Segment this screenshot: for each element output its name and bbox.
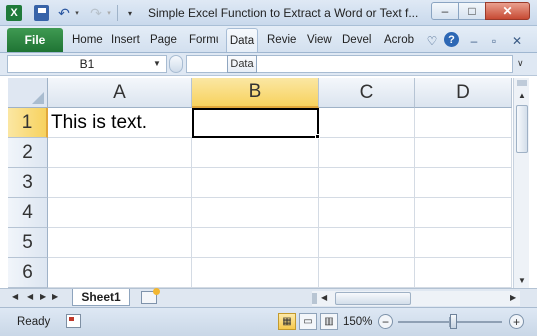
sheet-tab-sheet1[interactable]: Sheet1 [72,289,130,306]
column-header-c[interactable]: C [319,78,415,108]
tab-acrobat[interactable]: Acrob [384,34,416,46]
vertical-scrollbar[interactable]: ▲ ▼ [513,78,529,288]
tab-home[interactable]: Home [72,34,104,46]
scroll-left-icon[interactable]: ◀ [321,293,327,302]
cell-b1[interactable] [192,108,319,138]
close-button[interactable]: ✕ [485,2,530,20]
tab-data[interactable]: Data [226,28,258,52]
cell-b5[interactable] [192,228,319,258]
page-break-view-button[interactable]: ▥ [320,313,338,330]
sheet-tab-bar: ◀ ◀ ▶ ▶ Sheet1 ◀ ▶ [0,288,537,307]
vertical-scroll-thumb[interactable] [516,105,528,153]
cell-a6[interactable] [48,258,192,288]
tab-developer[interactable]: Devel [342,34,374,46]
cell-c6[interactable] [319,258,415,288]
undo-icon[interactable]: ↶ [57,5,71,21]
window-title: Simple Excel Function to Extract a Word … [148,6,419,20]
scroll-right-icon[interactable]: ▶ [510,293,516,302]
last-sheet-icon[interactable]: ▶ [52,292,58,301]
fill-handle[interactable] [315,134,320,139]
column-header-b[interactable]: B [192,78,319,108]
scroll-up-icon[interactable]: ▲ [515,88,529,102]
cell-c3[interactable] [319,168,415,198]
ribbon-tabs: File Home Insert Page Formu Data Revie V… [0,26,537,53]
first-sheet-icon[interactable]: ◀ [12,292,18,301]
cell-d4[interactable] [415,198,512,228]
maximize-button[interactable]: □ [458,2,486,20]
cell-a1[interactable]: This is text. [48,108,192,138]
zoom-out-icon[interactable]: − [378,314,393,329]
macro-record-icon[interactable] [66,314,81,328]
cell-b6[interactable] [192,258,319,288]
tab-page-layout[interactable]: Page [150,34,179,46]
cell-c5[interactable] [319,228,415,258]
workbook-restore-icon[interactable]: ▫ [489,34,499,48]
cell-d2[interactable] [415,138,512,168]
row-header-5[interactable]: 5 [8,228,48,258]
cell-b2[interactable] [192,138,319,168]
row-header-3[interactable]: 3 [8,168,48,198]
name-box-dropdown-icon[interactable]: ▼ [153,59,161,68]
workbook-close-icon[interactable]: ✕ [512,34,522,48]
horizontal-scrollbar[interactable]: ◀ ▶ [312,291,520,306]
cell-a4[interactable] [48,198,192,228]
horizontal-scroll-thumb[interactable] [335,292,411,305]
previous-sheet-icon[interactable]: ◀ [27,292,33,301]
next-sheet-icon[interactable]: ▶ [40,292,46,301]
select-all-button[interactable] [8,78,48,108]
cell-d6[interactable] [415,258,512,288]
customize-toolbar-icon[interactable]: ▾ [125,5,135,21]
tab-insert[interactable]: Insert [111,34,140,46]
tab-view[interactable]: View [307,34,334,46]
redo-dropdown-icon[interactable]: ▾ [105,5,113,21]
cell-c4[interactable] [319,198,415,228]
insert-worksheet-icon[interactable] [141,288,160,304]
cell-d1[interactable] [415,108,512,138]
excel-icon[interactable]: X [6,5,22,21]
cell-d3[interactable] [415,168,512,198]
formula-bar-resize-handle[interactable] [169,55,183,73]
cell-a3[interactable] [48,168,192,198]
toolbar-separator [117,5,118,21]
zoom-slider-thumb[interactable] [450,314,457,329]
expand-formula-bar-icon[interactable]: ∨ [517,58,524,69]
tab-tooltip: Data [227,55,257,73]
zoom-level[interactable]: 150% [343,316,372,328]
worksheet-grid: A B C D 1 2 3 4 5 6 This is text. [8,78,512,288]
minimize-button[interactable]: – [431,2,459,20]
zoom-in-icon[interactable]: + [509,314,524,329]
help-icon[interactable]: ? [444,32,459,47]
redo-icon[interactable]: ↷ [89,5,103,21]
normal-view-button[interactable]: ▦ [278,313,296,330]
tab-file[interactable]: File [7,28,63,52]
tab-formulas[interactable]: Formu [189,34,218,46]
status-mode: Ready [17,316,51,328]
name-box[interactable]: B1 [7,55,167,73]
cell-c2[interactable] [319,138,415,168]
cell-a2[interactable] [48,138,192,168]
tab-review[interactable]: Revie [267,34,298,46]
undo-dropdown-icon[interactable]: ▾ [73,5,81,21]
row-header-4[interactable]: 4 [8,198,48,228]
scroll-down-icon[interactable]: ▼ [515,273,529,287]
column-header-a[interactable]: A [48,78,192,108]
formula-bar: B1 ▼ ∨ [0,53,537,76]
save-icon[interactable] [34,5,49,21]
split-box[interactable] [517,80,527,86]
cell-b4[interactable] [192,198,319,228]
heart-icon[interactable]: ♡ [426,34,438,48]
workbook-minimize-icon[interactable]: – [469,34,479,48]
row-header-1[interactable]: 1 [8,108,48,138]
column-header-d[interactable]: D [415,78,512,108]
page-layout-view-button[interactable]: ▭ [299,313,317,330]
cell-b3[interactable] [192,168,319,198]
cell-d5[interactable] [415,228,512,258]
row-header-2[interactable]: 2 [8,138,48,168]
horizontal-split-box[interactable] [312,293,317,304]
title-bar: X ↶ ▾ ↷ ▾ ▾ Simple Excel Function to Ext… [0,0,537,26]
status-bar: Ready ▦ ▭ ▥ 150% − + [0,307,537,336]
cell-a5[interactable] [48,228,192,258]
cell-c1[interactable] [319,108,415,138]
row-header-6[interactable]: 6 [8,258,48,288]
